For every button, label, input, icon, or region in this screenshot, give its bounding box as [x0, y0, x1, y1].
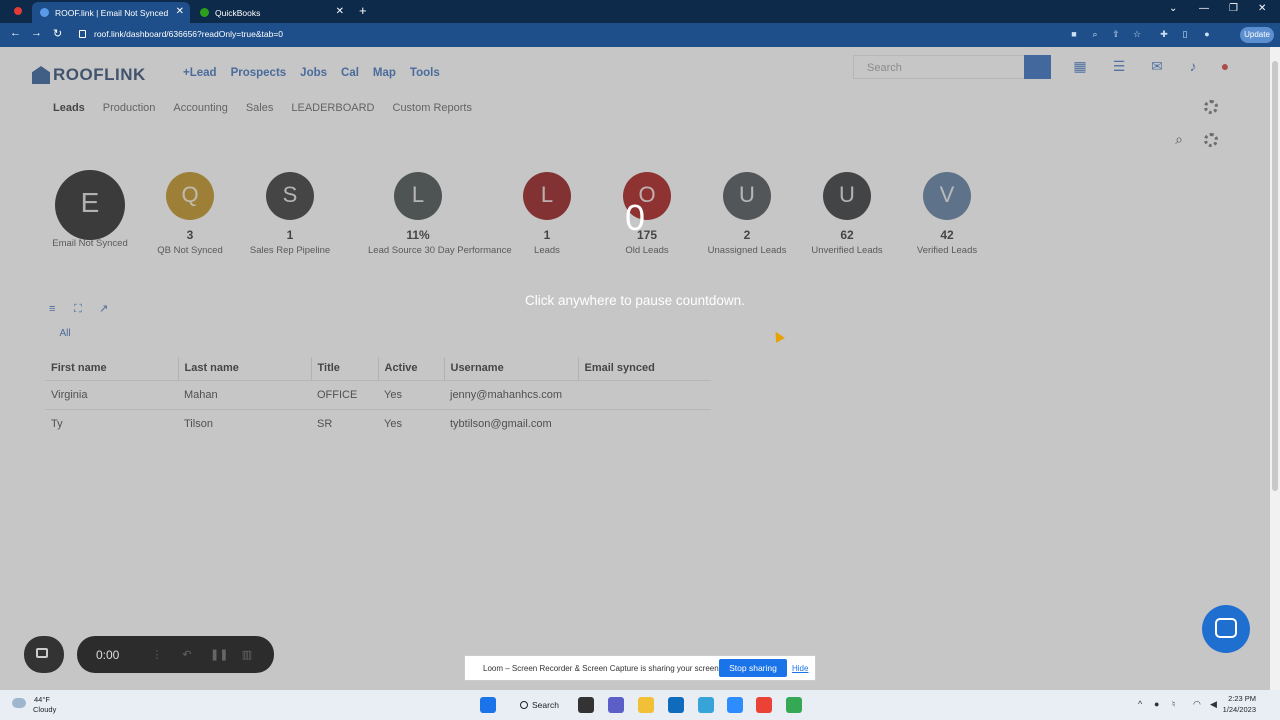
countdown-number: 0 — [624, 197, 646, 238]
countdown-overlay[interactable] — [0, 47, 1270, 690]
pause-icon[interactable]: ❚❚ — [210, 648, 228, 662]
stop-sharing-button[interactable]: Stop sharing — [719, 659, 787, 677]
store-icon[interactable] — [668, 697, 684, 713]
profile-icon[interactable]: ● — [1202, 29, 1212, 39]
share-icon[interactable]: ⇪ — [1111, 29, 1121, 39]
sidebar-icon[interactable]: ▯ — [1180, 29, 1190, 39]
forward-arrow-icon[interactable]: → — [31, 27, 42, 39]
update-button[interactable]: Update — [1240, 27, 1274, 43]
chat-launcher-button[interactable] — [1202, 605, 1250, 653]
new-tab-button[interactable]: + — [359, 3, 367, 18]
lock-icon — [79, 30, 86, 38]
grid-icon[interactable]: ⋮ — [150, 648, 164, 662]
chrome-profile-icon[interactable] — [786, 697, 802, 713]
url-field[interactable]: roof.link/dashboard/636656?readOnly=true… — [94, 29, 283, 39]
reload-icon[interactable]: ↻ — [53, 27, 62, 40]
camera-icon[interactable]: ■ — [1069, 29, 1079, 39]
tab-quickbooks[interactable]: QuickBooks ✕ — [192, 2, 350, 23]
screen-sharing-bar: Loom – Screen Recorder & Screen Capture … — [464, 655, 816, 681]
teams-icon[interactable] — [608, 697, 624, 713]
file-explorer-icon[interactable] — [638, 697, 654, 713]
browser-tab-bar: ROOF.link | Email Not Synced ✕ QuickBook… — [0, 0, 1280, 23]
undo-icon[interactable]: ↶ — [180, 648, 194, 662]
page-scrollbar[interactable] — [1270, 47, 1280, 690]
loom-timer: 0:00 — [96, 648, 120, 662]
extensions-icon[interactable]: ✚ — [1159, 29, 1169, 39]
tab-title: ROOF.link | Email Not Synced — [55, 7, 169, 18]
chat-icon — [1215, 618, 1237, 638]
clock-date: 1/24/2023 — [1222, 705, 1256, 714]
countdown-message: Click anywhere to pause countdown. — [525, 293, 745, 308]
hide-link[interactable]: Hide — [792, 664, 808, 673]
windows-taskbar: 44°F Cloudy Search ^ ● ♮ ◠ ◀ 2:23 PM 1/2… — [0, 690, 1280, 720]
temperature: 44°F — [34, 695, 50, 704]
microphone-icon[interactable]: ♮ — [1172, 699, 1175, 710]
tab-title: QuickBooks — [215, 7, 261, 18]
back-arrow-icon[interactable]: ← — [10, 27, 21, 39]
edge-icon[interactable] — [698, 697, 714, 713]
wifi-icon[interactable]: ◠ — [1193, 699, 1201, 710]
scrollbar-thumb[interactable] — [1272, 61, 1278, 491]
security-icon[interactable]: ● — [1154, 699, 1159, 709]
clock-time: 2:23 PM — [1228, 694, 1256, 703]
loom-control-bar: 0:00 ⋮ ↶ ❚❚ ▥ — [77, 636, 274, 673]
quickbooks-favicon-icon — [200, 8, 209, 17]
taskbar-clock[interactable]: 2:23 PM 1/24/2023 — [1223, 693, 1256, 715]
show-hidden-icons-icon[interactable]: ^ — [1138, 699, 1142, 709]
star-icon[interactable]: ☆ — [1132, 29, 1142, 39]
record-indicator-icon — [14, 7, 22, 15]
close-tab-icon[interactable]: ✕ — [176, 6, 184, 17]
video-camera-icon — [36, 648, 48, 658]
weather-condition: Cloudy — [33, 705, 57, 714]
trash-icon[interactable]: ▥ — [240, 648, 254, 662]
roof-link-favicon-icon — [40, 8, 49, 17]
loom-camera-button[interactable] — [24, 636, 64, 673]
cloud-icon — [12, 698, 26, 708]
tab-roof-link[interactable]: ROOF.link | Email Not Synced ✕ — [32, 2, 190, 23]
volume-icon[interactable]: ◀ — [1210, 699, 1217, 710]
taskbar-search[interactable]: Search — [512, 696, 564, 714]
start-icon[interactable] — [480, 697, 496, 713]
close-window-button[interactable]: ✕ — [1258, 3, 1266, 14]
close-tab-icon[interactable]: ✕ — [336, 6, 344, 17]
tab-search-icon[interactable]: ⌄ — [1169, 3, 1177, 14]
restore-button[interactable]: ❐ — [1229, 3, 1238, 14]
sharing-message: Loom – Screen Recorder & Screen Capture … — [483, 664, 721, 673]
task-view-icon[interactable] — [578, 697, 594, 713]
minimize-button[interactable]: — — [1199, 3, 1209, 14]
browser-address-bar: ← → ↻ roof.link/dashboard/636656?readOnl… — [0, 23, 1280, 47]
zoom-icon[interactable]: ⌕ — [1090, 29, 1100, 39]
zoom-app-icon[interactable] — [727, 697, 743, 713]
chrome-icon[interactable] — [756, 697, 772, 713]
